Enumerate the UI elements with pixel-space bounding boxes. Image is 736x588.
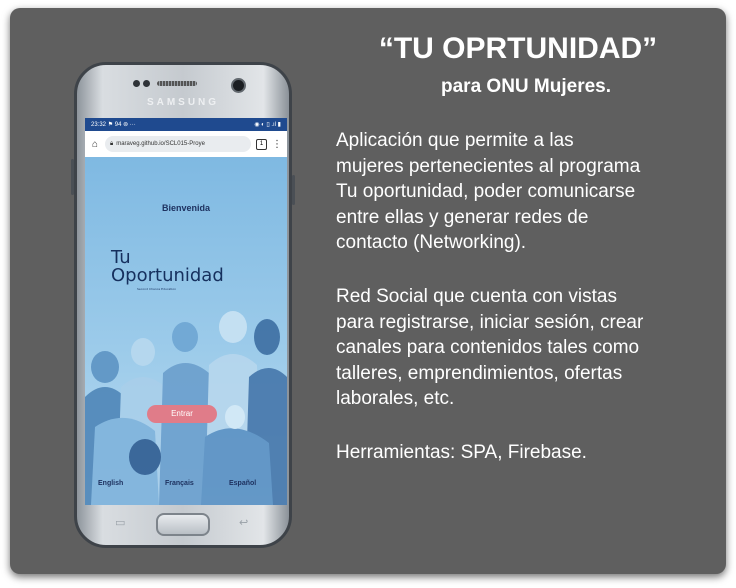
front-camera <box>231 78 246 93</box>
description-line: contacto (Networking). <box>336 232 527 253</box>
volume-button <box>71 159 74 195</box>
description-line: Tu oportunidad, poder comunicarse <box>336 181 636 202</box>
status-bar: 23:32 ⚑ 94 ⊚ ··· ◉ ◐ ▯ .ıl ▮ <box>85 118 287 131</box>
description-line: mujeres pertenecientes al programa <box>336 155 641 177</box>
back-icon[interactable]: ↩ <box>239 516 248 529</box>
description-line: entre ellas y generar redes de <box>336 206 589 228</box>
lang-spanish[interactable]: Español <box>229 480 256 487</box>
status-right-icons: ◉ ◐ ▯ .ıl ▮ <box>254 122 281 128</box>
app-page: Bienvenida Tu Oportunidad Second Chance … <box>85 157 287 505</box>
lang-english[interactable]: English <box>98 480 123 487</box>
address-bar[interactable]: 🔒︎ maraveg.github.io/SCL015-Proye <box>105 136 251 152</box>
status-time: 23:32 <box>91 122 107 128</box>
lang-french[interactable]: Français <box>165 480 194 487</box>
slide-card: SAMSUNG 23:32 ⚑ 94 ⊚ ··· ◉ ◐ ▯ .ıl ▮ ⌂ 🔒… <box>10 8 726 574</box>
features-line: laborales, etc. <box>336 388 455 409</box>
power-button <box>292 175 295 205</box>
description-paragraph: Aplicación que permite a las mujeres per… <box>336 128 716 256</box>
status-icons: ⚑ 94 ⊚ ··· <box>107 122 136 128</box>
features-line: Red Social que cuenta con vistas <box>336 286 617 307</box>
recent-apps-icon[interactable]: ▭ <box>115 516 125 529</box>
home-button[interactable] <box>156 513 210 536</box>
features-line: canales para contenidos tales como <box>336 337 640 358</box>
features-paragraph: Red Social que cuenta con vistas para re… <box>336 284 716 412</box>
browser-toolbar: ⌂ 🔒︎ maraveg.github.io/SCL015-Proye 1 ⋮ <box>85 131 287 157</box>
features-line: para registrarse, iniciar sesión, crear <box>336 311 644 333</box>
app-logo: Tu Oportunidad Second Chance Education <box>111 249 224 292</box>
tools-paragraph: Herramientas: SPA, Firebase. <box>336 442 587 463</box>
url-text: maraveg.github.io/SCL015-Proye <box>116 141 205 147</box>
enter-button[interactable]: Entrar <box>147 405 217 423</box>
home-icon[interactable]: ⌂ <box>90 139 100 150</box>
phone-screen: 23:32 ⚑ 94 ⊚ ··· ◉ ◐ ▯ .ıl ▮ ⌂ 🔒︎ marave… <box>85 118 287 505</box>
speaker-grille <box>157 81 197 86</box>
sensor-dot <box>133 80 140 87</box>
more-menu-icon[interactable]: ⋮ <box>272 139 282 150</box>
welcome-heading: Bienvenida <box>161 203 210 213</box>
logo-line-2: Oportunidad <box>111 265 224 286</box>
phone-brand: SAMSUNG <box>146 97 220 108</box>
features-line: talleres, emprendimientos, ofertas <box>336 362 623 384</box>
status-left: 23:32 ⚑ 94 ⊚ ··· <box>91 121 254 128</box>
slide-title: “TU OPRTUNIDAD” <box>378 32 658 65</box>
lock-icon: 🔒︎ <box>110 140 114 147</box>
logo-tagline: Second Chance Education <box>137 287 177 291</box>
slide-subtitle: para ONU Mujeres. <box>441 76 611 97</box>
description-line: Aplicación que permite a las <box>336 130 574 151</box>
phone-mockup: SAMSUNG 23:32 ⚑ 94 ⊚ ··· ◉ ◐ ▯ .ıl ▮ ⌂ 🔒… <box>71 62 295 548</box>
tabs-count-icon[interactable]: 1 <box>256 138 267 150</box>
sensor-dot <box>143 80 150 87</box>
